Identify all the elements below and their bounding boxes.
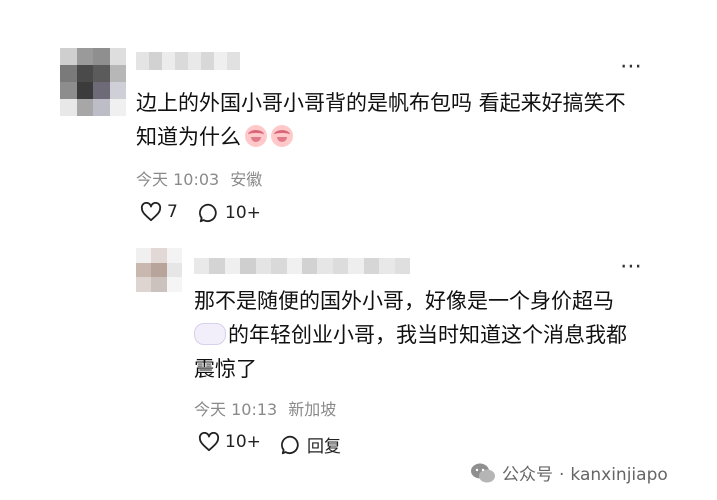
watermark-label: 公众号 (502, 465, 553, 485)
comment-bubble-icon (199, 203, 217, 223)
comment-text-fragment: 知道为什么 (136, 125, 241, 149)
username[interactable] (194, 258, 410, 274)
more-options-icon[interactable]: ⋯ (620, 56, 644, 78)
like-count: 7 (167, 202, 178, 222)
reply-text-line: 震惊了 (194, 357, 257, 381)
comment-text-line: 知道为什么 (136, 120, 626, 154)
reply-label: 回复 (307, 437, 341, 457)
crying-face-icon (271, 125, 293, 147)
watermark: 公众号 · kanxinjiapo (470, 460, 668, 485)
like-button[interactable]: 10+ (198, 432, 261, 452)
reply-button[interactable]: 回复 (280, 432, 341, 457)
crying-face-icon (245, 125, 267, 147)
comment-bubble-icon (281, 435, 299, 454)
location: 安徽 (230, 170, 263, 189)
reply-count: 10+ (225, 203, 261, 223)
cloud-emoji-icon (194, 323, 226, 345)
comment-meta: 今天 10:03 安徽 (136, 166, 262, 190)
watermark-text: 公众号 · kanxinjiapo (502, 460, 668, 485)
reply-count-button[interactable]: 10+ (198, 202, 261, 224)
watermark-account: kanxinjiapo (570, 465, 668, 485)
reply-text: 那不是随便的国外小哥，好像是一个身价超马 的年轻创业小哥，我当时知道这个消息我都… (194, 284, 627, 386)
heart-icon (198, 432, 220, 452)
reply-text-line: 那不是随便的国外小哥，好像是一个身价超马 (194, 289, 614, 313)
more-options-icon[interactable]: ⋯ (620, 256, 644, 278)
reply-text-fragment: 的年轻创业小哥，我当时知道这个消息我都 (228, 323, 627, 347)
wechat-icon (471, 463, 495, 482)
heart-icon (140, 202, 162, 222)
avatar[interactable] (60, 48, 126, 116)
username[interactable] (136, 52, 240, 70)
comment-text: 边上的外国小哥小哥背的是帆布包吗 看起来好搞笑不 知道为什么 (136, 86, 626, 154)
like-button[interactable]: 7 (140, 202, 178, 222)
timestamp: 今天 10:13 (194, 400, 278, 419)
comment-text-line: 边上的外国小哥小哥背的是帆布包吗 看起来好搞笑不 (136, 91, 626, 115)
reply-meta: 今天 10:13 新加坡 (194, 396, 336, 420)
watermark-separator: · (559, 465, 565, 485)
timestamp: 今天 10:03 (136, 170, 220, 189)
location: 新加坡 (288, 400, 337, 419)
like-count: 10+ (225, 432, 261, 452)
avatar[interactable] (136, 248, 182, 292)
reply-text-line: 的年轻创业小哥，我当时知道这个消息我都 (194, 318, 627, 352)
